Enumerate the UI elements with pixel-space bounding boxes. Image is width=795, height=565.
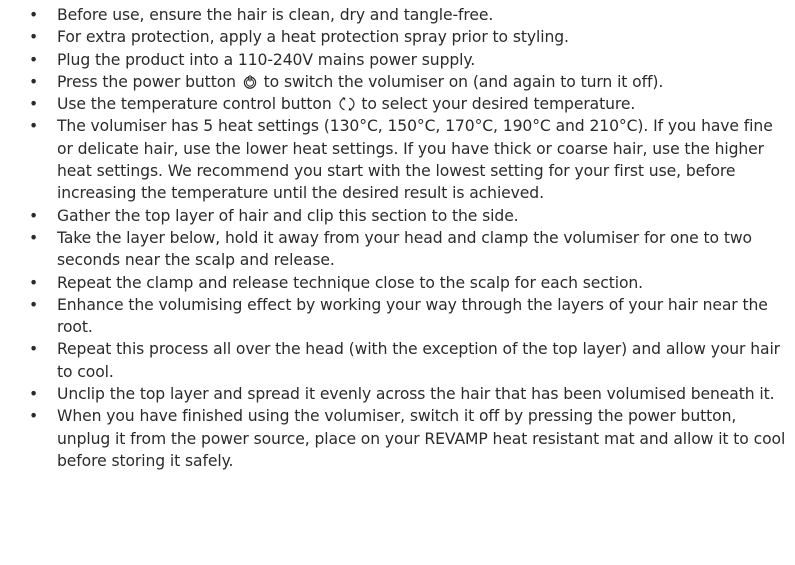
power-icon xyxy=(242,74,258,90)
bullet: • xyxy=(29,117,39,136)
list-item-text: Plug the product into a 110-240V mains p… xyxy=(57,50,476,69)
list-item: • Repeat the clamp and release technique… xyxy=(0,272,795,294)
list-item: • Gather the top layer of hair and clip … xyxy=(0,205,795,227)
list-item-text: Gather the top layer of hair and clip th… xyxy=(57,206,519,225)
list-item-text: Before use, ensure the hair is clean, dr… xyxy=(57,6,494,24)
list-item: • Press the power button to switch the v… xyxy=(0,71,795,93)
bullet: • xyxy=(29,206,39,225)
list-item: • Use the temperature control button to … xyxy=(0,93,795,115)
list-item: • Unclip the top layer and spread it eve… xyxy=(0,383,795,405)
list-item-text: Unclip the top layer and spread it evenl… xyxy=(57,385,775,404)
bullet: • xyxy=(29,95,39,114)
list-item: • Before use, ensure the hair is clean, … xyxy=(0,4,795,26)
bullet: • xyxy=(29,72,39,91)
list-item: • Enhance the volumising effect by worki… xyxy=(0,294,795,339)
bullet: • xyxy=(29,228,39,247)
bullet: • xyxy=(29,50,39,69)
list-item-text-before-icon: Use the temperature control button xyxy=(57,95,332,114)
list-item-text-after-icon: to select your desired temperature. xyxy=(361,95,636,114)
bullet: • xyxy=(29,273,39,292)
instructions-list: • Before use, ensure the hair is clean, … xyxy=(0,4,795,472)
list-item: • Take the layer below, hold it away fro… xyxy=(0,227,795,272)
bullet: • xyxy=(29,385,39,404)
list-item: • Plug the product into a 110-240V mains… xyxy=(0,49,795,71)
bullet: • xyxy=(29,340,39,359)
bullet: • xyxy=(29,6,39,24)
bullet: • xyxy=(29,28,39,47)
list-item: • The volumiser has 5 heat settings (130… xyxy=(0,115,795,204)
list-item-text: For extra protection, apply a heat prote… xyxy=(57,28,569,47)
temperature-control-icon xyxy=(338,96,356,112)
list-item-text: Take the layer below, hold it away from … xyxy=(57,228,752,270)
list-item-text-after-icon: to switch the volumiser on (and again to… xyxy=(263,72,664,91)
list-item-text: When you have finished using the volumis… xyxy=(57,407,786,470)
list-item-text: Repeat this process all over the head (w… xyxy=(57,340,780,381)
list-item-text: Repeat the clamp and release technique c… xyxy=(57,273,644,292)
bullet: • xyxy=(29,407,39,426)
list-item: • For extra protection, apply a heat pro… xyxy=(0,26,795,48)
list-item-text: The volumiser has 5 heat settings (130°C… xyxy=(57,117,773,203)
bullet: • xyxy=(29,295,39,314)
list-item: • When you have finished using the volum… xyxy=(0,405,795,472)
list-item-text: Enhance the volumising effect by working… xyxy=(57,295,768,337)
list-item-text-before-icon: Press the power button xyxy=(57,72,236,91)
instructions-document: • Before use, ensure the hair is clean, … xyxy=(0,0,795,565)
list-item: • Repeat this process all over the head … xyxy=(0,338,795,383)
